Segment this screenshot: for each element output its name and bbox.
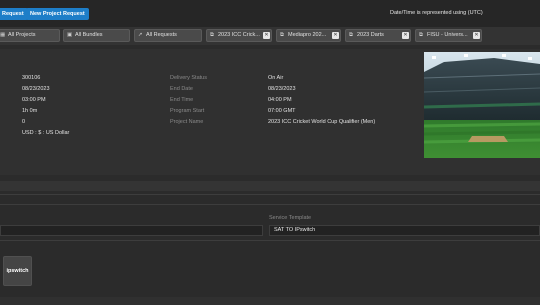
project-name-value: 2023 ICC Cricket World Cup Qualifier (Me…: [268, 119, 376, 125]
copy-icon: ⧉: [210, 32, 214, 38]
timezone-note: Date/Time is represented using (UTC): [390, 10, 483, 16]
filter-chip-label: Mediapro 202...: [288, 32, 327, 38]
end-time-value: 04:00 PM: [268, 97, 292, 103]
request-button[interactable]: Request: [0, 8, 28, 20]
filter-chip-label: All Requests: [146, 32, 177, 38]
project-id-value: 300106: [22, 75, 41, 81]
duration-value: 1h 0m: [22, 108, 38, 114]
delivery-status-value: On Air: [268, 75, 284, 81]
close-icon[interactable]: ✕: [263, 32, 270, 39]
delivery-status-label: Delivery Status: [170, 75, 207, 81]
bundle-icon: ▣: [67, 32, 73, 38]
program-start-label: Program Start: [170, 108, 205, 114]
service-template-field[interactable]: SAT TO IPswitch: [269, 225, 540, 236]
bottom-band: [0, 297, 540, 305]
filter-chip-label: All Bundles: [75, 32, 103, 38]
filter-chip-label: 2023 ICC Crick...: [218, 32, 260, 38]
project-name-label: Project Name: [170, 119, 204, 125]
count-value: 0: [22, 119, 26, 125]
end-date-value: 08/23/2023: [268, 86, 296, 92]
filter-chip-label: FISU - Univers...: [427, 32, 468, 38]
filter-chip-fisu[interactable]: ⧉ FISU - Univers... ✕: [415, 29, 482, 42]
service-template-label: Service Template: [269, 215, 312, 221]
stadium-image: [424, 52, 540, 158]
grid-icon: ▦: [0, 32, 6, 38]
send-icon: ➚: [138, 32, 143, 38]
filter-chip-darts[interactable]: ⧉ 2023 Darts ✕: [345, 29, 411, 42]
close-icon[interactable]: ✕: [473, 32, 480, 39]
new-project-request-button[interactable]: New Project Request: [26, 8, 89, 20]
filter-chip-all-requests[interactable]: ➚ All Requests: [134, 29, 202, 42]
filter-chip-icc-cricket[interactable]: ⧉ 2023 ICC Crick... ✕: [206, 29, 272, 42]
copy-icon: ⧉: [419, 32, 423, 38]
program-start-value: 07:00 GMT: [268, 108, 296, 114]
ipswitch-tile[interactable]: ipswitch: [3, 256, 32, 286]
start-time-value: 03:00 PM: [22, 97, 46, 103]
filter-chip-all-projects[interactable]: ▦ All Projects: [0, 29, 60, 42]
end-date-label: End Date: [170, 86, 193, 92]
service-left-field[interactable]: [0, 225, 263, 236]
filter-chip-mediapro[interactable]: ⧉ Mediapro 202... ✕: [276, 29, 341, 42]
close-icon[interactable]: ✕: [402, 32, 409, 39]
currency-value: USD : $ : US Dollar: [22, 130, 70, 136]
divider-line: [0, 240, 540, 241]
copy-icon: ⧉: [349, 32, 353, 38]
start-date-value: 08/23/2023: [22, 86, 50, 92]
copy-icon: ⧉: [280, 32, 284, 38]
filter-chip-label: All Projects: [8, 32, 36, 38]
end-time-label: End Time: [170, 97, 194, 103]
section-divider: [0, 181, 540, 191]
filter-chip-label: 2023 Darts: [357, 32, 384, 38]
divider-line: [0, 204, 540, 205]
close-icon[interactable]: ✕: [332, 32, 339, 39]
top-toolbar: Request New Project Request Date/Time is…: [0, 0, 540, 27]
filter-chip-all-bundles[interactable]: ▣ All Bundles: [63, 29, 130, 42]
filter-bar: ▦ All Projects ▣ All Bundles ➚ All Requests…: [0, 27, 540, 45]
divider-line: [0, 194, 540, 195]
